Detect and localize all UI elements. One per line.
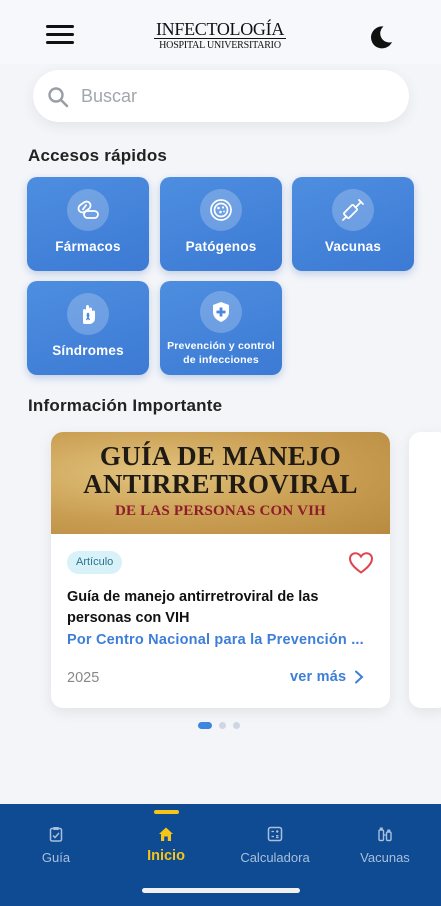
home-icon: [159, 827, 173, 841]
clipboard-check-icon: [49, 827, 63, 842]
bacteria-icon: [210, 199, 232, 221]
pill-icon: [77, 200, 99, 219]
nav-label: Vacunas: [360, 850, 410, 865]
article-title: Guía de manejo antirretroviral de las pe…: [67, 589, 319, 626]
heart-icon: [348, 552, 374, 574]
nav-label: Guía: [41, 850, 71, 865]
carousel-dot[interactable]: [219, 721, 226, 729]
carousel-indicator: [198, 721, 240, 729]
quick-access-vacunas[interactable]: Vacunas: [292, 177, 414, 271]
search-input[interactable]: [81, 70, 381, 122]
tile-label: Patógenos: [185, 239, 257, 254]
next-card-peek[interactable]: [409, 432, 441, 708]
search-icon: [48, 87, 69, 108]
see-more-link[interactable]: ver más: [290, 669, 364, 685]
active-tab-indicator: [154, 810, 179, 814]
calculator-icon: [267, 826, 283, 842]
shield-plus-icon: [213, 302, 229, 322]
nav-label: Inicio: [147, 848, 185, 864]
quick-access-prevencion[interactable]: Prevención y control de infecciones: [160, 281, 282, 375]
tile-label: Fármacos: [55, 239, 121, 254]
article-author: Por Centro Nacional para la Prevención .…: [67, 632, 364, 648]
quick-access-patogenos[interactable]: Patógenos: [160, 177, 282, 271]
tile-label: Vacunas: [324, 239, 382, 254]
tile-label: Síndromes: [52, 343, 124, 358]
important-info-title: Información Importante: [28, 396, 223, 415]
app-header: INFECTOLOGÍA HOSPITAL UNIVERSITARIO: [0, 0, 441, 64]
nav-vacunas[interactable]: Vacunas: [330, 804, 440, 884]
menu-icon: [46, 25, 74, 28]
syringe-icon: [342, 199, 364, 221]
vials-icon: [378, 827, 392, 842]
article-type-badge: Artículo: [67, 551, 123, 574]
see-more-label: ver más: [290, 669, 347, 685]
dark-mode-toggle[interactable]: [366, 22, 396, 52]
hand-ribbon-icon: [83, 305, 95, 324]
banner-line2: ANTIRRETROVIRAL: [83, 469, 358, 499]
menu-button[interactable]: [46, 25, 74, 47]
moon-icon: [371, 26, 392, 49]
logo-subtitle: HOSPITAL UNIVERSITARIO: [159, 40, 281, 51]
search-bar: [33, 70, 409, 122]
logo-title: INFECTOLOGÍA: [153, 19, 287, 39]
tile-label: Prevención y control de infecciones: [167, 340, 275, 366]
banner-line1: GUÍA DE MANEJO: [99, 441, 342, 471]
carousel-dot[interactable]: [233, 721, 240, 729]
article-card[interactable]: GUÍA DE MANEJO ANTIRRETROVIRAL DE LAS PE…: [51, 432, 390, 708]
quick-access-title: Accesos rápidos: [28, 146, 168, 165]
home-indicator: [142, 888, 300, 893]
nav-label: Calculadora: [240, 850, 310, 865]
favorite-button[interactable]: [348, 551, 374, 575]
carousel-dot[interactable]: [198, 721, 212, 729]
chevron-right-icon: [355, 670, 364, 684]
nav-inicio[interactable]: Inicio: [111, 804, 221, 884]
article-year: 2025: [67, 670, 100, 686]
app-logo: INFECTOLOGÍA HOSPITAL UNIVERSITARIO: [150, 20, 290, 52]
quick-access-sindromes[interactable]: Síndromes: [27, 281, 149, 375]
quick-access-farmacos[interactable]: Fármacos: [27, 177, 149, 271]
banner-line3: DE LAS PERSONAS CON VIH: [114, 503, 327, 519]
article-banner: GUÍA DE MANEJO ANTIRRETROVIRAL DE LAS PE…: [51, 432, 390, 534]
nav-guia[interactable]: Guía: [1, 804, 111, 884]
nav-calculadora[interactable]: Calculadora: [220, 804, 330, 884]
